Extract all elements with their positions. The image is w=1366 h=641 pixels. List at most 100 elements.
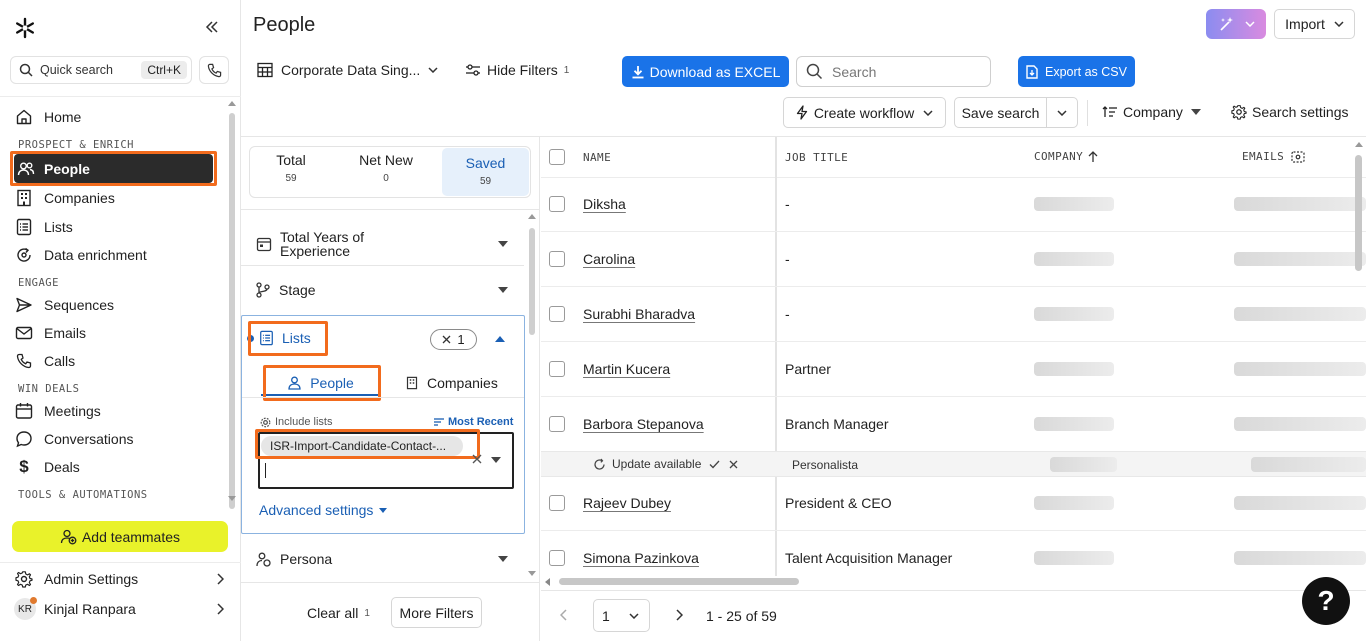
mail-icon (14, 323, 34, 343)
contact-name-link[interactable]: Simona Pazinkova (583, 550, 699, 566)
lists-subtab-companies[interactable]: Companies (406, 369, 498, 397)
sidebar-user-profile[interactable]: KR Kinjal Ranpara (14, 596, 224, 622)
row-checkbox[interactable] (549, 306, 565, 322)
section-prospect-enrich: PROSPECT & ENRICH (18, 139, 134, 151)
highlight-people-nav (10, 151, 217, 186)
phone-button[interactable] (199, 56, 229, 84)
tab-total[interactable]: Total 59 (253, 152, 329, 194)
sidebar-item-conversations[interactable]: Conversations (14, 426, 214, 452)
prev-page-button[interactable] (560, 609, 568, 621)
saved-search-selector[interactable]: Corporate Data Sing... (257, 62, 438, 78)
most-recent-sort[interactable]: Most Recent (434, 416, 513, 428)
filter-scroll-down-icon[interactable] (528, 571, 536, 576)
download-excel-button[interactable]: Download as EXCEL (622, 56, 789, 87)
company-placeholder (1034, 197, 1114, 211)
save-search-dropdown[interactable] (1046, 97, 1078, 128)
quick-search[interactable]: Quick search Ctrl+K (10, 56, 192, 84)
clear-all-button[interactable]: Clear all 1 (307, 605, 370, 621)
hide-filters-count: 1 (563, 64, 570, 76)
table-scroll-up-icon[interactable] (1355, 142, 1363, 147)
job-title-cell: President & CEO (785, 495, 892, 511)
hide-filters-label: Hide Filters (487, 62, 558, 78)
dismiss-update-icon[interactable] (729, 460, 738, 469)
dollar-icon: $ (19, 457, 29, 476)
sidebar-item-companies[interactable]: Companies (14, 185, 214, 211)
sidebar-scroll-down-icon[interactable] (228, 496, 236, 501)
sidebar-item-lists[interactable]: Lists (14, 214, 214, 240)
filter-persona[interactable]: Persona (256, 547, 508, 571)
email-placeholder (1234, 417, 1366, 431)
building-icon (406, 376, 418, 390)
sidebar-item-admin-settings[interactable]: Admin Settings (14, 566, 224, 592)
column-header-company[interactable]: COMPANY (1034, 150, 1098, 163)
sidebar-item-calls[interactable]: Calls (14, 348, 214, 374)
collapse-lists-icon[interactable] (495, 336, 505, 342)
sidebar-item-home[interactable]: Home (14, 104, 214, 130)
row-checkbox[interactable] (549, 416, 565, 432)
filter-stage[interactable]: Stage (256, 278, 508, 302)
sidebar-item-label: Deals (44, 459, 80, 475)
saved-search-name: Corporate Data Sing... (281, 62, 421, 78)
caret-down-icon[interactable] (491, 457, 501, 463)
sidebar-item-deals[interactable]: $ Deals (14, 454, 214, 480)
tab-net-new[interactable]: Net New 0 (348, 152, 424, 194)
more-filters-button[interactable]: More Filters (391, 597, 482, 628)
sidebar-scrollbar[interactable] (229, 113, 235, 509)
row-checkbox[interactable] (549, 196, 565, 212)
email-placeholder (1234, 551, 1366, 565)
contact-name-link[interactable]: Carolina (583, 251, 635, 267)
download-icon (631, 65, 645, 79)
row-checkbox[interactable] (549, 550, 565, 566)
contact-name-link[interactable]: Diksha (583, 196, 626, 212)
collapse-sidebar-icon[interactable] (205, 20, 219, 34)
filter-total-years[interactable]: Total Years of Experience (256, 224, 508, 264)
sidebar-scroll-up-icon[interactable] (228, 101, 236, 106)
page-select[interactable]: 1 (593, 599, 650, 632)
save-search-button[interactable]: Save search (954, 97, 1047, 128)
contact-name-link[interactable]: Rajeev Dubey (583, 495, 671, 511)
search-settings-button[interactable]: Search settings (1231, 104, 1349, 120)
row-checkbox[interactable] (549, 251, 565, 267)
sidebar-item-emails[interactable]: Emails (14, 320, 214, 346)
next-page-button[interactable] (675, 609, 683, 621)
column-header-emails[interactable]: EMAILS (1242, 150, 1305, 163)
logo-icon[interactable] (14, 17, 36, 39)
tab-saved[interactable]: Saved 59 (442, 148, 529, 196)
clear-selection-icon[interactable] (472, 454, 482, 464)
create-workflow-button[interactable]: Create workflow (783, 97, 946, 128)
table-vertical-scrollbar[interactable] (1355, 155, 1362, 271)
contact-name-link[interactable]: Surabhi Bharadva (583, 306, 695, 322)
search-icon (19, 63, 33, 77)
import-label: Import (1285, 16, 1325, 32)
ai-assistant-button[interactable] (1206, 9, 1266, 39)
row-checkbox[interactable] (549, 495, 565, 511)
sort-by-company-button[interactable]: Company (1102, 104, 1201, 120)
filter-scroll-up-icon[interactable] (528, 214, 536, 219)
advanced-settings-link[interactable]: Advanced settings (259, 502, 388, 518)
table-scroll-left-icon[interactable] (545, 578, 550, 586)
select-all-checkbox[interactable] (549, 149, 565, 165)
export-csv-button[interactable]: Export as CSV (1018, 56, 1135, 87)
hide-filters-button[interactable]: Hide Filters 1 (465, 62, 569, 78)
column-header-name[interactable]: NAME (583, 151, 611, 164)
lists-clear-badge[interactable]: 1 (430, 329, 477, 350)
contact-name-link[interactable]: Martin Kucera (583, 361, 670, 377)
import-button[interactable]: Import (1274, 9, 1355, 39)
chevron-down-icon (1334, 21, 1344, 27)
highlight-selected-list (255, 429, 480, 459)
filter-scrollbar[interactable] (529, 228, 535, 335)
contact-name-link[interactable]: Barbora Stepanova (583, 416, 704, 432)
row-checkbox[interactable] (549, 361, 565, 377)
add-teammates-button[interactable]: Add teammates (12, 521, 228, 552)
company-placeholder (1034, 307, 1114, 321)
column-header-job-title[interactable]: JOB TITLE (785, 151, 848, 164)
sidebar-item-sequences[interactable]: Sequences (14, 292, 214, 318)
sidebar-item-data-enrichment[interactable]: Data enrichment (14, 242, 214, 268)
search-input[interactable]: Search (796, 56, 991, 87)
avatar: KR (14, 597, 37, 620)
sidebar-item-meetings[interactable]: Meetings (14, 398, 214, 424)
accept-update-icon[interactable] (709, 460, 720, 469)
table-horizontal-scrollbar[interactable] (559, 578, 799, 585)
page-title: People (253, 14, 316, 36)
help-button[interactable]: ? (1302, 577, 1350, 625)
